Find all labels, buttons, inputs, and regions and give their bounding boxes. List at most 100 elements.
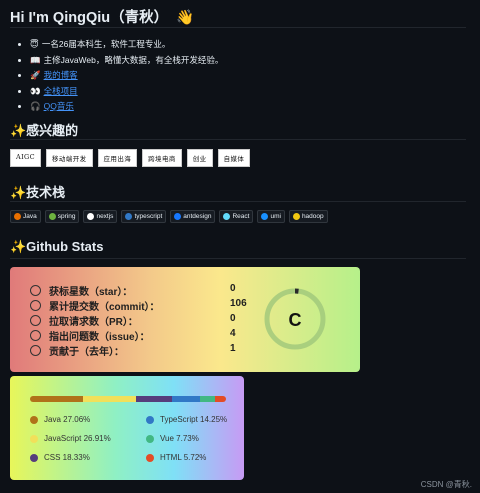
stat-label: 累计提交数（commit）： bbox=[49, 302, 160, 313]
stat-row: 获标星数（star）： bbox=[30, 283, 132, 298]
language-bar-segment bbox=[30, 396, 84, 402]
stat-value: 106 bbox=[230, 298, 247, 309]
interest-tag: 创业 bbox=[186, 149, 213, 167]
github-stats-card[interactable]: C 获标星数（star）： 0 累计提交数（commit）： 106 拉取请求数（PR）… bbox=[10, 267, 360, 372]
stat-value: 4 bbox=[230, 328, 236, 339]
headphones-icon: 🎧 bbox=[30, 101, 41, 111]
tech-badge: spring bbox=[44, 210, 80, 223]
antdesign-icon bbox=[174, 213, 182, 220]
issue-icon bbox=[30, 330, 41, 341]
interest-tag: 应用出海 bbox=[97, 149, 138, 167]
language-legend-item: Vue 7.73% bbox=[146, 434, 199, 443]
star-icon bbox=[30, 285, 41, 296]
language-dot bbox=[30, 453, 38, 462]
tech-badge-label: typescript bbox=[134, 213, 163, 220]
nextjs-icon bbox=[87, 213, 95, 220]
github-heading: ✨Github Stats bbox=[10, 239, 104, 254]
stat-label: 获标星数（star）： bbox=[49, 287, 133, 298]
intro-text: 主修JavaWeb，略懂大数据，有全栈开发经验。 bbox=[43, 54, 224, 65]
language-bar-segment bbox=[171, 396, 200, 402]
language-dot bbox=[30, 415, 38, 424]
language-label: Vue 7.73% bbox=[160, 434, 199, 443]
pull-request-icon bbox=[30, 315, 41, 326]
stat-label: 贡献于（去年）： bbox=[49, 347, 124, 358]
tech-badge-label: umi bbox=[270, 213, 281, 220]
rank-letter: C bbox=[289, 310, 302, 330]
tech-badge: antdesign bbox=[170, 210, 216, 223]
intro-item: 🚀我的博客 bbox=[30, 68, 223, 84]
language-label: TypeScript 14.25% bbox=[160, 415, 228, 424]
spring-icon bbox=[48, 213, 56, 220]
language-bar-segment bbox=[83, 396, 136, 402]
intro-text: 一名26届本科生，软件工程专业。 bbox=[41, 39, 171, 49]
tech-badge-label: Java bbox=[23, 213, 37, 220]
stat-label: 拉取请求数（PR）： bbox=[49, 317, 138, 328]
stat-label: 指出问题数（issue）： bbox=[49, 332, 150, 343]
tech-badge: Java bbox=[10, 210, 41, 223]
stat-row: 拉取请求数（PR）： bbox=[30, 313, 138, 328]
interests-heading: ✨感兴趣的 bbox=[10, 123, 79, 138]
umi-icon bbox=[261, 213, 269, 220]
interest-tag: AIGC bbox=[10, 149, 42, 167]
hadoop-icon bbox=[292, 213, 300, 220]
tech-badge: React bbox=[219, 210, 254, 223]
intro-list: 😇一名26届本科生，软件工程专业。 📖主修JavaWeb，略懂大数据，有全栈开发… bbox=[16, 37, 223, 115]
intro-item: 😇一名26届本科生，软件工程专业。 bbox=[30, 37, 223, 53]
language-dot bbox=[146, 453, 154, 462]
language-legend-item: Java 27.06% bbox=[30, 415, 90, 424]
language-legend-item: TypeScript 14.25% bbox=[146, 415, 227, 424]
history-icon bbox=[30, 300, 41, 311]
tech-badge: nextjs bbox=[83, 210, 118, 223]
fullstack-project-link[interactable]: 全栈项目 bbox=[44, 86, 78, 96]
divider bbox=[10, 27, 466, 28]
typescript-icon bbox=[125, 213, 133, 220]
language-legend-item: CSS 18.33% bbox=[30, 453, 90, 462]
blog-link[interactable]: 我的博客 bbox=[44, 70, 78, 80]
interest-tag: 移动端开发 bbox=[46, 149, 93, 167]
language-label: Java 27.06% bbox=[44, 415, 91, 424]
language-legend-item: JavaScript 26.91% bbox=[30, 434, 111, 443]
wave-icon: 👋 bbox=[176, 10, 195, 26]
tech-badge: hadoop bbox=[288, 210, 328, 223]
footer-watermark: CSDN @青秋. bbox=[420, 480, 472, 489]
interest-tags: AIGC 移动端开发 应用出海 跨境电商 创业 自媒体 bbox=[10, 149, 251, 167]
stat-row: 贡献于（去年）： bbox=[30, 343, 124, 358]
intro-item: 👀全栈项目 bbox=[30, 84, 223, 100]
tech-badge-label: nextjs bbox=[96, 213, 114, 220]
divider bbox=[10, 139, 466, 140]
top-languages-card[interactable]: Java 27.06% TypeScript 14.25% JavaScript 2… bbox=[10, 376, 244, 480]
tech-badge: umi bbox=[257, 210, 285, 223]
interest-tag: 跨境电商 bbox=[142, 149, 182, 167]
tech-badges: Java spring nextjs typescript antdesign React… bbox=[10, 210, 328, 223]
react-icon bbox=[223, 213, 231, 220]
language-dot bbox=[30, 434, 38, 443]
stat-row: 指出问题数（issue）： bbox=[30, 328, 150, 343]
language-label: JavaScript 26.91% bbox=[44, 434, 111, 443]
rocket-icon: 🚀 bbox=[30, 70, 41, 80]
tech-badge: typescript bbox=[121, 210, 167, 223]
page-title: Hi I'm QingQiu（青秋） 👋 bbox=[10, 6, 194, 27]
tech-badge-label: antdesign bbox=[183, 213, 212, 220]
language-label: CSS 18.33% bbox=[44, 453, 90, 462]
language-legend-item: HTML 5.72% bbox=[146, 453, 206, 462]
interest-tag: 自媒体 bbox=[217, 149, 251, 167]
repo-icon bbox=[30, 345, 41, 356]
eyes-icon: 👀 bbox=[30, 85, 41, 96]
language-bar-segment bbox=[135, 396, 172, 402]
language-dot bbox=[146, 434, 154, 443]
tech-badge-label: spring bbox=[57, 213, 76, 220]
tech-badge-label: React bbox=[232, 213, 250, 220]
language-bar-segment bbox=[214, 396, 226, 402]
smile-icon: 😇 bbox=[30, 39, 39, 49]
stat-value: 0 bbox=[230, 283, 236, 294]
language-bar-segment bbox=[199, 396, 215, 402]
java-icon bbox=[14, 213, 21, 220]
rank-ring: C bbox=[264, 288, 326, 350]
divider bbox=[10, 258, 466, 259]
language-dot bbox=[146, 415, 154, 424]
stat-value: 0 bbox=[230, 313, 236, 324]
stat-row: 累计提交数（commit）： bbox=[30, 298, 160, 313]
language-label: HTML 5.72% bbox=[160, 453, 207, 462]
language-bar bbox=[30, 396, 226, 402]
qq-music-link[interactable]: QQ音乐 bbox=[44, 101, 74, 111]
